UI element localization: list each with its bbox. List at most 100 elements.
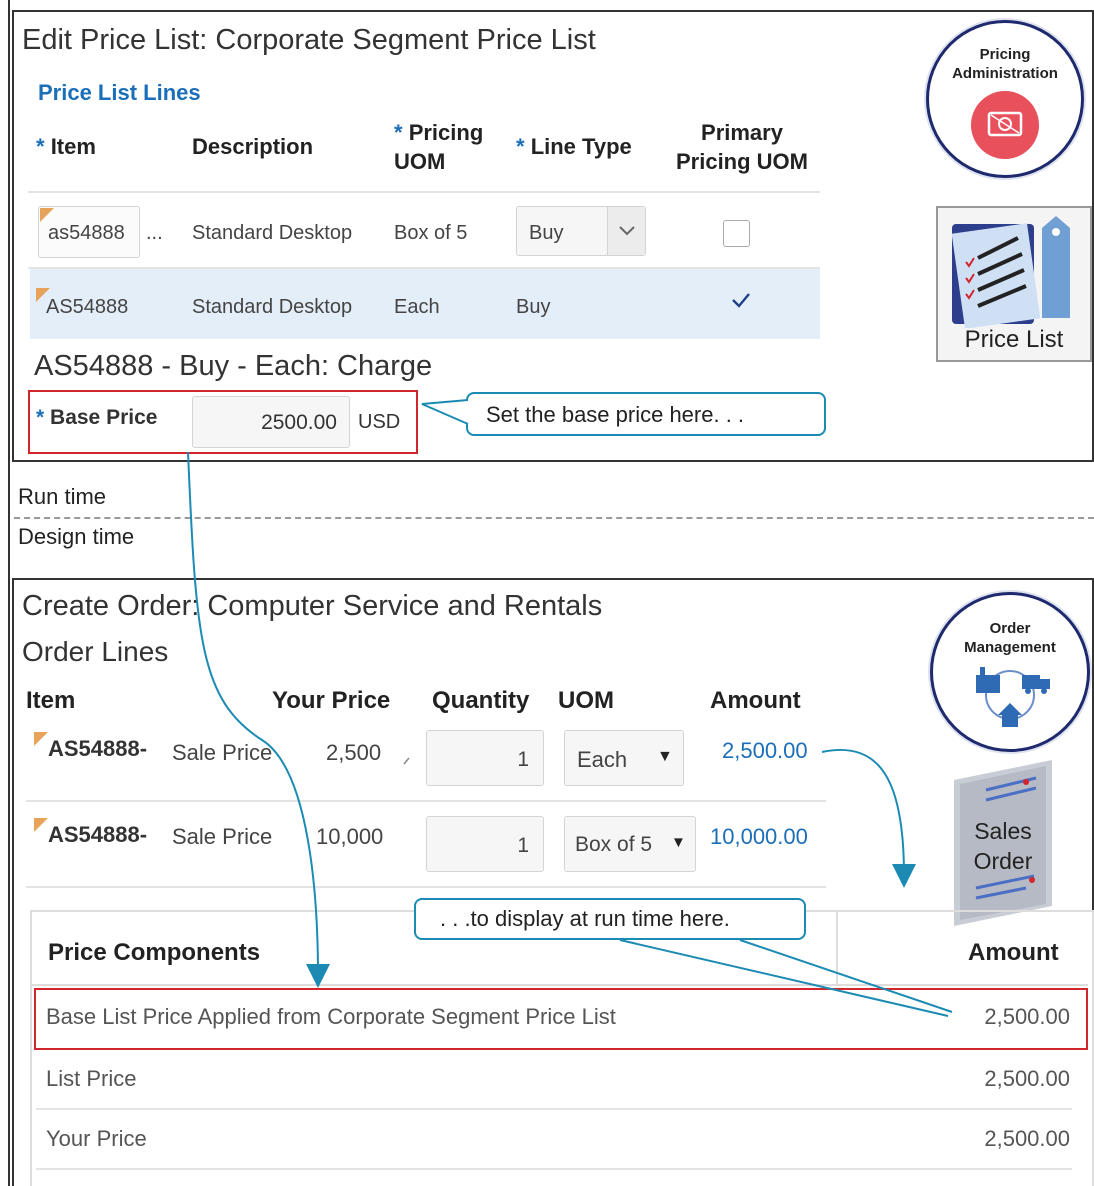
column-header-primary-pricing-uom: Primary Pricing UOM [660, 118, 824, 176]
callout-set-base-price: Set the base price here. . . [466, 392, 826, 436]
design-time-label: Design time [18, 524, 135, 549]
callout-text: Set the base price here. . . [486, 402, 745, 427]
amount-column-divider [836, 912, 838, 986]
line-type-label: Line Type [530, 134, 632, 159]
caret-down-icon: ▼ [657, 748, 673, 765]
price-type-value: Sale Price [172, 824, 273, 849]
badge-line2: Management [964, 639, 1056, 656]
price-component-amount: 2,500.00 [984, 1004, 1070, 1029]
pricing-uom-value: Box of 5 [394, 222, 468, 244]
column-header-item-label: Item [50, 134, 96, 159]
your-price-value: 2,500 [326, 740, 382, 765]
column-header-item: Item [26, 687, 76, 714]
quantity-input[interactable]: 1 [426, 816, 544, 872]
section-title-order-lines: Order Lines [22, 636, 169, 667]
uom-select[interactable]: Each ▼ [564, 730, 684, 786]
uom-value: Box of 5 [575, 833, 653, 856]
description-value: Standard Desktop [192, 222, 353, 244]
order-title: Create Order: Computer Service and Renta… [22, 590, 603, 622]
order-management-network-icon [976, 667, 1050, 727]
row-divider [36, 1168, 1072, 1170]
column-header-quantity: Quantity [432, 687, 530, 714]
sales-order-label-2: Order [973, 848, 1033, 874]
badge-line1: Pricing [979, 46, 1031, 63]
base-price-label-text: Base Price [50, 406, 158, 429]
run-time-label: Run time [18, 484, 107, 509]
column-header-your-price: Your Price [272, 687, 391, 714]
uom-select[interactable]: Box of 5 ▼ [564, 816, 696, 872]
callout-pointer [421, 399, 470, 425]
run-design-separator [14, 517, 1094, 519]
badge-line2: Administration [952, 65, 1058, 82]
order-management-badge: Order Management [930, 592, 1090, 752]
required-marker: * [394, 120, 403, 145]
quantity-input[interactable]: 1 [426, 730, 544, 786]
callout-display-run-time: . . .to display at run time here. [414, 898, 806, 940]
pricing-administration-badge: Pricing Administration [926, 20, 1084, 178]
price-component-amount: 2,500.00 [984, 1066, 1070, 1091]
pricing-uom-line1: Pricing [408, 120, 484, 145]
price-tag-icon [971, 91, 1039, 159]
row-flag [34, 732, 48, 746]
quantity-value: 1 [517, 748, 529, 771]
sales-order-label-1: Sales [974, 818, 1032, 844]
row-divider [26, 886, 826, 888]
item-value: as54888 [48, 222, 125, 244]
header-divider [28, 191, 820, 193]
price-components-header: Price Components [48, 939, 261, 966]
dropdown-button[interactable] [607, 207, 645, 255]
row-divider [36, 1108, 1072, 1110]
description-value: Standard Desktop [192, 296, 353, 318]
checkmark-icon [732, 293, 750, 308]
left-margin-line [8, 0, 10, 1186]
currency-label: USD [358, 411, 401, 433]
pricing-uom-line2: UOM [394, 149, 446, 174]
amount-link[interactable]: 10,000.00 [710, 824, 808, 850]
callout-text: . . .to display at run time here. [440, 906, 730, 931]
amount-link[interactable]: 2,500.00 [722, 738, 808, 764]
price-component-label: Your Price [46, 1126, 147, 1151]
column-header-amount: Amount [710, 687, 801, 714]
column-header-description: Description [192, 134, 314, 159]
price-component-amount: 2,500.00 [984, 1126, 1070, 1151]
column-header-pricing-uom: * Pricing UOM [394, 118, 483, 176]
sales-order-badge: Sales Order [946, 756, 1060, 928]
base-price-input[interactable]: 2500.00 [192, 396, 350, 448]
caret-down-icon: ▼ [671, 834, 686, 851]
primary-line1: Primary [701, 120, 783, 145]
primary-pricing-uom-checkbox[interactable] [723, 220, 750, 247]
column-header-item: * Item [36, 132, 96, 161]
badge-line1: Order [989, 620, 1031, 637]
price-type-value: Sale Price [172, 740, 273, 765]
column-header-uom: UOM [558, 687, 614, 714]
line-type-value: Buy [529, 222, 564, 244]
edit-icon[interactable] [402, 756, 412, 766]
page-title: Edit Price List: Corporate Segment Price… [22, 24, 596, 56]
price-component-label: Base List Price Applied from Corporate S… [46, 1004, 616, 1029]
order-item-value[interactable]: AS54888- [48, 736, 147, 762]
required-marker: * [36, 406, 45, 429]
uom-value: Each [577, 747, 628, 772]
chevron-down-icon [619, 226, 635, 236]
row-divider [26, 800, 826, 802]
line-type-value: Buy [516, 296, 551, 318]
line-type-select[interactable]: Buy [516, 206, 646, 256]
required-marker: * [36, 134, 45, 159]
primary-line2: Pricing UOM [675, 149, 808, 174]
price-component-label: List Price [46, 1066, 137, 1091]
price-components-amount-header: Amount [968, 939, 1059, 966]
order-item-value[interactable]: AS54888- [48, 822, 147, 848]
item-more-ellipsis[interactable]: ... [146, 222, 163, 245]
required-marker: * [516, 134, 525, 159]
price-list-badge: Price List [936, 206, 1092, 362]
column-header-line-type: * Line Type [516, 132, 632, 161]
item-value: AS54888 [46, 296, 129, 318]
your-price-value: 10,000 [316, 824, 384, 849]
quantity-value: 1 [517, 834, 529, 857]
row-flag [34, 818, 48, 832]
pricing-uom-value: Each [394, 296, 440, 318]
section-title-price-list-lines[interactable]: Price List Lines [38, 80, 201, 106]
price-list-document-icon [951, 216, 1070, 328]
base-price-label: * Base Price [36, 406, 157, 430]
row-flag [40, 208, 54, 222]
